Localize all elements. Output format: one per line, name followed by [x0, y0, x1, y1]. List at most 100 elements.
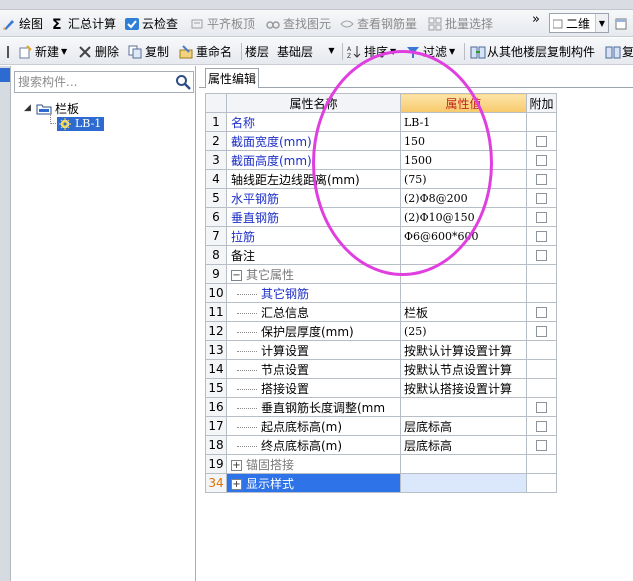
attached-cell[interactable]	[526, 245, 557, 265]
pin-button[interactable]	[3, 42, 16, 61]
new-button[interactable]: 新建 ▼	[18, 42, 67, 61]
property-name-cell[interactable]: 备注	[226, 245, 401, 265]
attached-checkbox[interactable]	[536, 326, 547, 337]
property-name-cell[interactable]: 节点设置	[226, 359, 401, 379]
draw-button[interactable]: 绘图	[2, 14, 43, 33]
property-name-cell[interactable]: 拉筋	[226, 226, 401, 246]
expand-icon[interactable]: +	[231, 478, 242, 490]
attached-checkbox[interactable]	[536, 174, 547, 185]
attached-cell[interactable]	[526, 416, 557, 436]
attached-checkbox[interactable]	[536, 231, 547, 242]
attached-cell[interactable]	[526, 302, 557, 322]
search-icon[interactable]	[175, 74, 191, 90]
property-value-cell[interactable]: (2)Φ10@150	[400, 207, 527, 227]
property-value-header[interactable]: 属性值	[400, 93, 527, 113]
table-row[interactable]: 1 名称 LB-1	[205, 112, 557, 132]
table-row[interactable]: 13 计算设置 按默认计算设置计算	[205, 340, 557, 360]
tree-item-lb-1[interactable]: LB-1	[57, 116, 105, 131]
property-value-cell[interactable]: (25)	[400, 321, 527, 341]
expand-icon[interactable]: +	[231, 459, 242, 471]
table-row[interactable]: 5 水平钢筋 (2)Φ8@200	[205, 188, 557, 208]
property-value-cell[interactable]: 150	[400, 131, 527, 151]
attached-cell[interactable]	[526, 150, 557, 170]
property-name-cell[interactable]: 汇总信息	[226, 302, 401, 322]
property-value-cell[interactable]: LB-1	[400, 112, 527, 132]
attached-checkbox[interactable]	[536, 193, 547, 204]
property-value-cell[interactable]: Φ6@600*600	[400, 226, 527, 246]
property-value-cell[interactable]	[400, 283, 527, 303]
attached-header[interactable]: 附加	[526, 93, 557, 113]
attached-cell[interactable]	[526, 188, 557, 208]
attached-cell[interactable]	[526, 397, 557, 417]
window-button[interactable]	[614, 14, 631, 33]
table-row[interactable]: 3 截面高度(mm) 1500	[205, 150, 557, 170]
property-value-cell[interactable]: (2)Φ8@200	[400, 188, 527, 208]
table-row[interactable]: 2 截面宽度(mm) 150	[205, 131, 557, 151]
search-input[interactable]	[15, 72, 170, 92]
floor-select[interactable]: 基础层 ▼	[274, 41, 338, 61]
attached-cell[interactable]	[526, 131, 557, 151]
property-name-header[interactable]: 属性名称	[226, 93, 401, 113]
copy-from-floor-button[interactable]: 从其他楼层复制构件	[470, 42, 595, 61]
table-row[interactable]: 15 搭接设置 按默认搭接设置计算	[205, 378, 557, 398]
cloud-check-button[interactable]: 云检查	[125, 14, 178, 33]
property-value-cell[interactable]: (75)	[400, 169, 527, 189]
table-row[interactable]: 11 汇总信息 栏板	[205, 302, 557, 322]
table-row[interactable]: 19 + 锚固搭接	[205, 454, 557, 474]
copy-to-floor-button[interactable]: 复	[605, 42, 633, 61]
summary-calc-button[interactable]: Σ 汇总计算	[52, 14, 116, 33]
property-name-cell[interactable]: + 显示样式	[226, 473, 401, 493]
property-value-cell[interactable]: 1500	[400, 150, 527, 170]
property-value-cell[interactable]: 栏板	[400, 302, 527, 322]
property-value-cell[interactable]: 层底标高	[400, 435, 527, 455]
attached-checkbox[interactable]	[536, 402, 547, 413]
property-name-cell[interactable]: 终点底标高(m)	[226, 435, 401, 455]
table-row[interactable]: 4 轴线距左边线距离(mm) (75)	[205, 169, 557, 189]
selected-tree-item[interactable]: LB-1	[57, 116, 105, 131]
property-value-cell[interactable]: 按默认搭接设置计算	[400, 378, 527, 398]
property-value-cell[interactable]	[400, 397, 527, 417]
property-value-cell[interactable]: 按默认节点设置计算	[400, 359, 527, 379]
property-value-cell[interactable]: 按默认计算设置计算	[400, 340, 527, 360]
attached-checkbox[interactable]	[536, 212, 547, 223]
property-name-cell[interactable]: 保护层厚度(mm)	[226, 321, 401, 341]
attached-cell[interactable]	[526, 321, 557, 341]
view-mode-combo[interactable]: 二维 ▼	[549, 13, 609, 33]
table-row[interactable]: 17 起点底标高(m) 层底标高	[205, 416, 557, 436]
property-value-cell[interactable]	[400, 264, 527, 284]
property-value-cell[interactable]	[400, 245, 527, 265]
property-name-cell[interactable]: 搭接设置	[226, 378, 401, 398]
sort-button[interactable]: AZ 排序 ▼	[347, 42, 396, 61]
table-row[interactable]: 7 拉筋 Φ6@600*600	[205, 226, 557, 246]
property-name-cell[interactable]: 垂直钢筋长度调整(mm	[226, 397, 401, 417]
delete-button[interactable]: 删除	[78, 42, 119, 61]
property-name-cell[interactable]: 垂直钢筋	[226, 207, 401, 227]
attached-cell[interactable]	[526, 207, 557, 227]
table-row[interactable]: 10 其它钢筋	[205, 283, 557, 303]
attached-checkbox[interactable]	[536, 136, 547, 147]
copy-button[interactable]: 复制	[128, 42, 169, 61]
attached-checkbox[interactable]	[536, 440, 547, 451]
table-row[interactable]: 34 + 显示样式	[205, 473, 557, 493]
rename-button[interactable]: 重命名	[179, 42, 232, 61]
table-row[interactable]: 12 保护层厚度(mm) (25)	[205, 321, 557, 341]
property-name-cell[interactable]: + 锚固搭接	[226, 454, 401, 474]
property-value-cell[interactable]	[400, 454, 527, 474]
table-row[interactable]: 16 垂直钢筋长度调整(mm	[205, 397, 557, 417]
table-row[interactable]: 6 垂直钢筋 (2)Φ10@150	[205, 207, 557, 227]
property-name-cell[interactable]: 名称	[226, 112, 401, 132]
dock-tab[interactable]	[0, 68, 10, 82]
attached-checkbox[interactable]	[536, 307, 547, 318]
property-name-cell[interactable]: 其它钢筋	[226, 283, 401, 303]
find-element-button[interactable]: 查找图元	[266, 14, 331, 33]
property-name-cell[interactable]: 轴线距左边线距离(mm)	[226, 169, 401, 189]
property-name-cell[interactable]: 水平钢筋	[226, 188, 401, 208]
attached-checkbox[interactable]	[536, 155, 547, 166]
attached-checkbox[interactable]	[536, 250, 547, 261]
table-row[interactable]: 9− 其它属性	[205, 264, 557, 284]
attached-cell[interactable]	[526, 226, 557, 246]
align-slab-top-button[interactable]: 平齐板顶	[190, 14, 255, 33]
collapse-triangle-icon[interactable]: ◢	[24, 103, 34, 113]
attached-checkbox[interactable]	[536, 421, 547, 432]
table-row[interactable]: 18 终点底标高(m) 层底标高	[205, 435, 557, 455]
